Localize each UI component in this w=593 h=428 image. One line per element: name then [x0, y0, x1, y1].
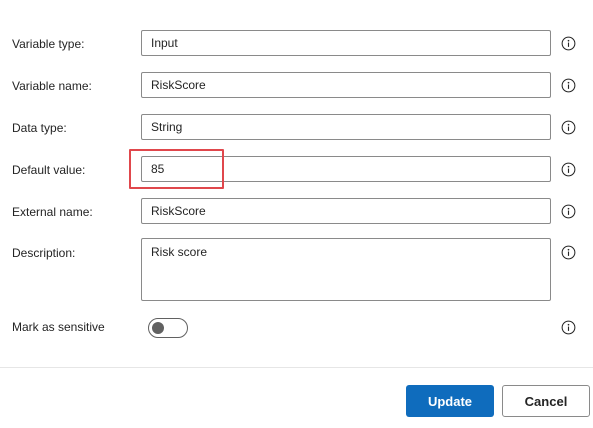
external-name-label: External name: [12, 205, 93, 219]
info-icon[interactable] [561, 245, 576, 260]
variable-type-label: Variable type: [12, 37, 85, 51]
mark-as-sensitive-label: Mark as sensitive [12, 320, 105, 334]
info-icon[interactable] [561, 36, 576, 51]
info-icon[interactable] [561, 204, 576, 219]
variable-type-field[interactable]: Input [141, 30, 551, 56]
variable-name-label: Variable name: [12, 79, 92, 93]
default-value-field[interactable]: 85 [141, 156, 551, 182]
variable-name-field[interactable]: RiskScore [141, 72, 551, 98]
description-field[interactable]: Risk score [141, 238, 551, 301]
info-icon[interactable] [561, 120, 576, 135]
external-name-field[interactable]: RiskScore [141, 198, 551, 224]
cancel-button[interactable]: Cancel [502, 385, 590, 417]
data-type-field[interactable]: String [141, 114, 551, 140]
data-type-label: Data type: [12, 121, 67, 135]
update-button[interactable]: Update [406, 385, 494, 417]
info-icon[interactable] [561, 162, 576, 177]
description-label: Description: [12, 246, 76, 260]
sensitive-toggle[interactable] [148, 318, 188, 338]
info-icon[interactable] [561, 320, 576, 335]
footer-divider [0, 367, 593, 368]
info-icon[interactable] [561, 78, 576, 93]
toggle-knob [152, 322, 164, 334]
default-value-label: Default value: [12, 163, 86, 177]
